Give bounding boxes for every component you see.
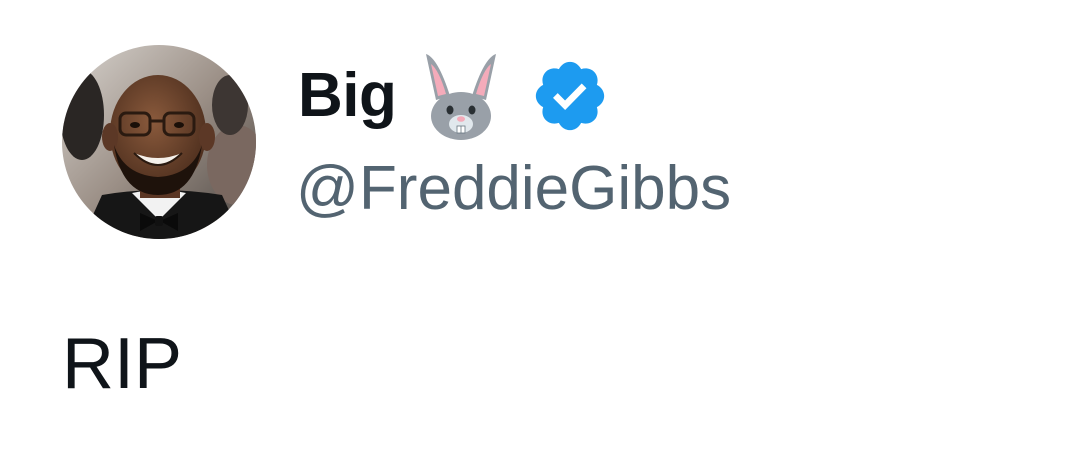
author-display-name[interactable]: Big bbox=[298, 65, 397, 127]
tweet-card: Big @FreddieGibbs RIP bbox=[0, 0, 1074, 457]
avatar-photo bbox=[62, 45, 256, 239]
avatar[interactable] bbox=[62, 45, 256, 239]
author-handle[interactable]: @FreddieGibbs bbox=[296, 158, 731, 220]
verified-badge-icon[interactable] bbox=[530, 56, 610, 136]
author-name-row: Big bbox=[298, 50, 610, 142]
rabbit-face-icon bbox=[422, 50, 500, 142]
tweet-text: RIP bbox=[62, 324, 183, 404]
